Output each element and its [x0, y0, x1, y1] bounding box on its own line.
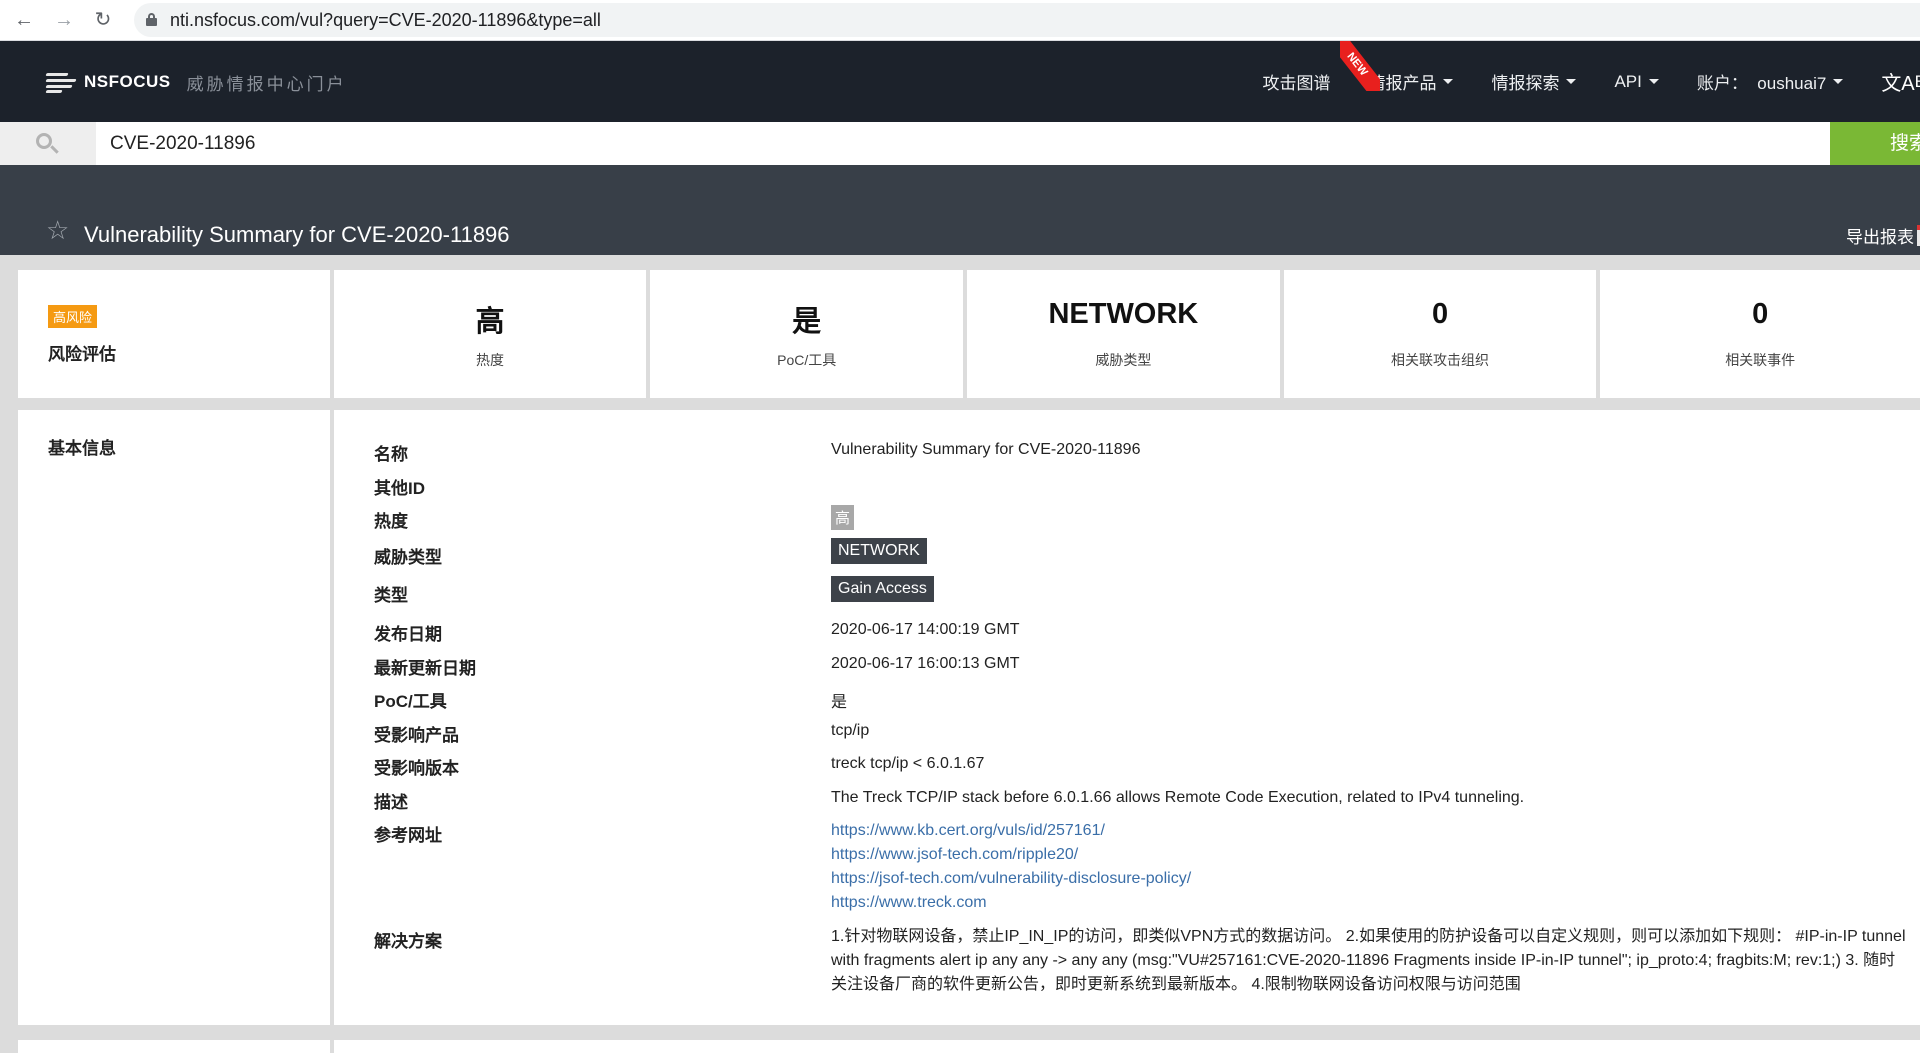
reference-link[interactable]: https://jsof-tech.com/vulnerability-disc… [831, 867, 1191, 891]
logo-text: NSFOCUS [84, 72, 171, 91]
field-key: PoC/工具 [374, 692, 447, 711]
risk-badge: 高风险 [48, 305, 98, 328]
threat-type-tag[interactable]: NETWORK [831, 538, 927, 564]
risk-label: 风险评估 [48, 345, 116, 364]
nav-intel-products[interactable]: 情报产品 [1368, 69, 1454, 94]
stat-value: 是 [792, 306, 822, 338]
field-key: 其他ID [374, 479, 425, 498]
export-report-label: 导出报表 [1846, 228, 1914, 247]
reference-link[interactable]: https://www.kb.cert.org/vuls/id/257161/ [831, 819, 1191, 843]
section-title: 基本信息 [48, 439, 116, 458]
field-value: treck tcp/ip < 6.0.1.67 [831, 755, 985, 772]
reload-button[interactable]: ↻ [89, 6, 117, 34]
nav-api-label: API [1614, 71, 1642, 91]
next-card-right [334, 1040, 1920, 1053]
field-key: 名称 [374, 445, 408, 464]
stat-value: 0 [1431, 298, 1449, 330]
arrow-left-icon: ← [14, 9, 34, 31]
field-key: 参考网址 [374, 826, 442, 845]
field-key: 威胁类型 [374, 548, 442, 567]
stat-label: 热度 [476, 352, 504, 368]
field-key: 描述 [374, 793, 408, 812]
lock-icon [146, 13, 157, 26]
forward-button[interactable]: → [50, 6, 78, 34]
field-key: 解决方案 [374, 932, 442, 951]
stat-card-poc: 是 PoC/工具 [650, 270, 964, 398]
stats-row: 高风险 风险评估 高 热度 是 PoC/工具 NETWORK 威胁类型 0 相关… [18, 270, 1920, 398]
basic-info-sidebar: 基本信息 [18, 410, 330, 1025]
stat-label: 相关联攻击组织 [1391, 352, 1490, 368]
page-header: ☆ Vulnerability Summary for CVE-2020-118… [0, 165, 1920, 255]
field-key: 最新更新日期 [374, 659, 476, 678]
caret-down-icon [1833, 79, 1844, 84]
field-key: 受影响产品 [374, 726, 459, 745]
new-badge: NEW [1340, 41, 1380, 91]
field-value: 2020-06-17 16:00:13 GMT [831, 655, 1020, 672]
url-text[interactable]: nti.nsfocus.com/vul?query=CVE-2020-11896… [170, 10, 601, 31]
stat-card-related-events[interactable]: 0 相关联事件 [1600, 270, 1920, 398]
reference-link[interactable]: https://www.jsof-tech.com/ripple20/ [831, 843, 1191, 867]
language-switch[interactable]: 文AE [1881, 67, 1920, 96]
caret-down-icon [1443, 79, 1454, 84]
stat-card-threat-type: NETWORK 威胁类型 [967, 270, 1280, 398]
search-input[interactable] [96, 122, 1830, 165]
stat-value: NETWORK [1048, 298, 1199, 330]
top-navigation: NSFOCUS 威胁情报中心门户 攻击图谱 情报产品 情报探索 API 账户： … [0, 41, 1920, 122]
risk-assessment-card: 高风险 风险评估 [18, 270, 330, 398]
nsfocus-logo[interactable]: NSFOCUS 威胁情报中心门户 [45, 69, 347, 95]
nav-attack-graph-label: 攻击图谱 [1262, 74, 1331, 93]
address-bar[interactable]: nti.nsfocus.com/vul?query=CVE-2020-11896… [134, 3, 1920, 37]
nav-api[interactable]: API [1614, 71, 1659, 92]
basic-info-card: 基本信息 名称 Vulnerability Summary for CVE-20… [18, 410, 1920, 1025]
caret-down-icon [1566, 79, 1577, 84]
solution-text: 1.针对物联网设备，禁止IP_IN_IP的访问，即类似VPN方式的数据访问。 2… [831, 928, 1906, 993]
reload-icon: ↻ [94, 9, 112, 31]
search-bar: 搜索 [0, 122, 1920, 165]
type-tag[interactable]: Gain Access [831, 576, 934, 602]
nav-intel-explore-label: 情报探索 [1491, 74, 1560, 93]
arrow-right-icon: → [54, 9, 74, 31]
language-label: E [1915, 72, 1920, 92]
field-value: 是 [831, 694, 848, 711]
field-value: 2020-06-17 14:00:19 GMT [831, 621, 1020, 638]
stat-label: 威胁类型 [1095, 352, 1152, 368]
search-button[interactable]: 搜索 [1830, 122, 1920, 165]
field-value: tcp/ip [831, 722, 870, 739]
reference-links: https://www.kb.cert.org/vuls/id/257161/ … [831, 819, 1191, 915]
nav-attack-graph[interactable]: 攻击图谱 [1262, 69, 1330, 94]
nav-account-label: 账户： oushuai7 [1696, 74, 1827, 93]
nav-intel-explore[interactable]: 情报探索 [1491, 69, 1577, 94]
field-key: 热度 [374, 512, 408, 531]
basic-info-fields: 名称 Vulnerability Summary for CVE-2020-11… [334, 410, 1920, 1025]
new-badge-text: NEW [1340, 41, 1380, 91]
star-icon[interactable]: ☆ [46, 217, 69, 243]
caret-down-icon [1648, 79, 1659, 84]
field-key: 类型 [374, 586, 408, 605]
stat-value: 0 [1752, 298, 1769, 330]
stat-value: 高 [475, 306, 505, 338]
next-card-left [18, 1040, 330, 1053]
stat-card-heat: 高 热度 [333, 270, 647, 398]
portal-name: 威胁情报中心门户 [186, 74, 347, 94]
stat-label: 相关联事件 [1725, 352, 1796, 368]
field-key: 发布日期 [374, 625, 442, 644]
logo-mark-icon [45, 71, 80, 93]
page-title: Vulnerability Summary for CVE-2020-11896 [84, 222, 510, 247]
translate-icon: 文A [1881, 73, 1915, 95]
export-report-button[interactable]: 导出报表 [1846, 223, 1920, 248]
nav-account[interactable]: 账户： oushuai7 [1696, 69, 1844, 94]
field-key: 受影响版本 [374, 759, 459, 778]
field-value: The Treck TCP/IP stack before 6.0.1.66 a… [831, 789, 1525, 806]
browser-toolbar: ← → ↻ nti.nsfocus.com/vul?query=CVE-2020… [0, 0, 1920, 41]
stat-card-related-groups[interactable]: 0 相关联攻击组织 [1283, 270, 1597, 398]
stat-label: PoC/工具 [777, 352, 837, 368]
back-button[interactable]: ← [10, 6, 38, 34]
field-value: Vulnerability Summary for CVE-2020-11896 [831, 441, 1141, 458]
heat-tag: 高 [831, 505, 855, 530]
reference-link[interactable]: https://www.treck.com [831, 891, 1191, 915]
search-icon [0, 122, 96, 165]
